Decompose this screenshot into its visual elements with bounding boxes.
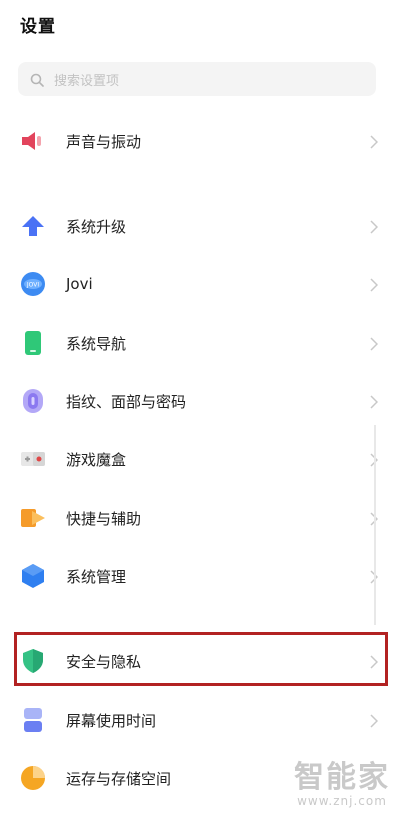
arrow-up-icon <box>20 213 46 239</box>
shortcut-icon <box>20 505 46 531</box>
game-box-icon <box>20 446 46 472</box>
settings-item-system-navigation[interactable]: 系统导航 <box>0 315 400 371</box>
hourglass-icon <box>20 707 46 733</box>
system-management-icon <box>20 563 46 589</box>
page-title: 设置 <box>20 17 56 37</box>
chevron-right-icon <box>370 336 379 351</box>
search-bar[interactable]: 搜索设置项 <box>18 62 376 96</box>
search-placeholder: 搜索设置项 <box>54 73 120 89</box>
scrollbar[interactable] <box>374 425 376 625</box>
settings-item-system-update[interactable]: 系统升级 <box>0 198 400 254</box>
svg-text:JOVI: JOVI <box>26 282 39 289</box>
settings-item-label: 指纹、面部与密码 <box>66 392 187 411</box>
settings-item-sound-vibration[interactable]: 声音与振动 <box>0 113 400 169</box>
watermark-logo: 智能家 <box>294 760 390 795</box>
chevron-right-icon <box>370 219 379 234</box>
settings-item-security-privacy[interactable]: 安全与隐私 <box>0 633 400 689</box>
shield-icon <box>20 648 46 674</box>
phone-icon <box>20 330 46 356</box>
settings-item-fingerprint-face-password[interactable]: 指纹、面部与密码 <box>0 373 400 429</box>
settings-item-label: Jovi <box>66 275 93 293</box>
settings-item-label: 运存与存储空间 <box>66 769 172 788</box>
fingerprint-icon <box>20 388 46 414</box>
chevron-right-icon <box>370 713 379 728</box>
settings-item-label: 系统升级 <box>66 217 127 236</box>
settings-item-label: 屏幕使用时间 <box>66 711 157 730</box>
settings-item-label: 游戏魔盒 <box>66 450 127 469</box>
settings-item-label: 安全与隐私 <box>66 652 142 671</box>
chevron-right-icon <box>370 277 379 292</box>
settings-item-shortcuts-accessibility[interactable]: 快捷与辅助 <box>0 490 400 546</box>
chevron-right-icon <box>370 394 379 409</box>
settings-item-screen-time[interactable]: 屏幕使用时间 <box>0 692 400 748</box>
chevron-right-icon <box>370 654 379 669</box>
settings-item-label: 系统导航 <box>66 334 127 353</box>
jovi-icon: JOVI <box>20 271 46 297</box>
settings-item-system-management[interactable]: 系统管理 <box>0 548 400 604</box>
settings-item-label: 声音与振动 <box>66 132 142 151</box>
speaker-icon <box>20 128 46 154</box>
settings-item-label: 系统管理 <box>66 567 127 586</box>
storage-pie-icon <box>20 765 46 791</box>
search-icon <box>30 72 44 87</box>
watermark: 智能家 www.znj.com <box>294 760 390 809</box>
chevron-right-icon <box>370 134 379 149</box>
settings-item-jovi[interactable]: JOVI Jovi <box>0 256 400 312</box>
settings-item-label: 快捷与辅助 <box>66 509 142 528</box>
watermark-url: www.znj.com <box>297 794 387 808</box>
settings-item-game-box[interactable]: 游戏魔盒 <box>0 431 400 487</box>
